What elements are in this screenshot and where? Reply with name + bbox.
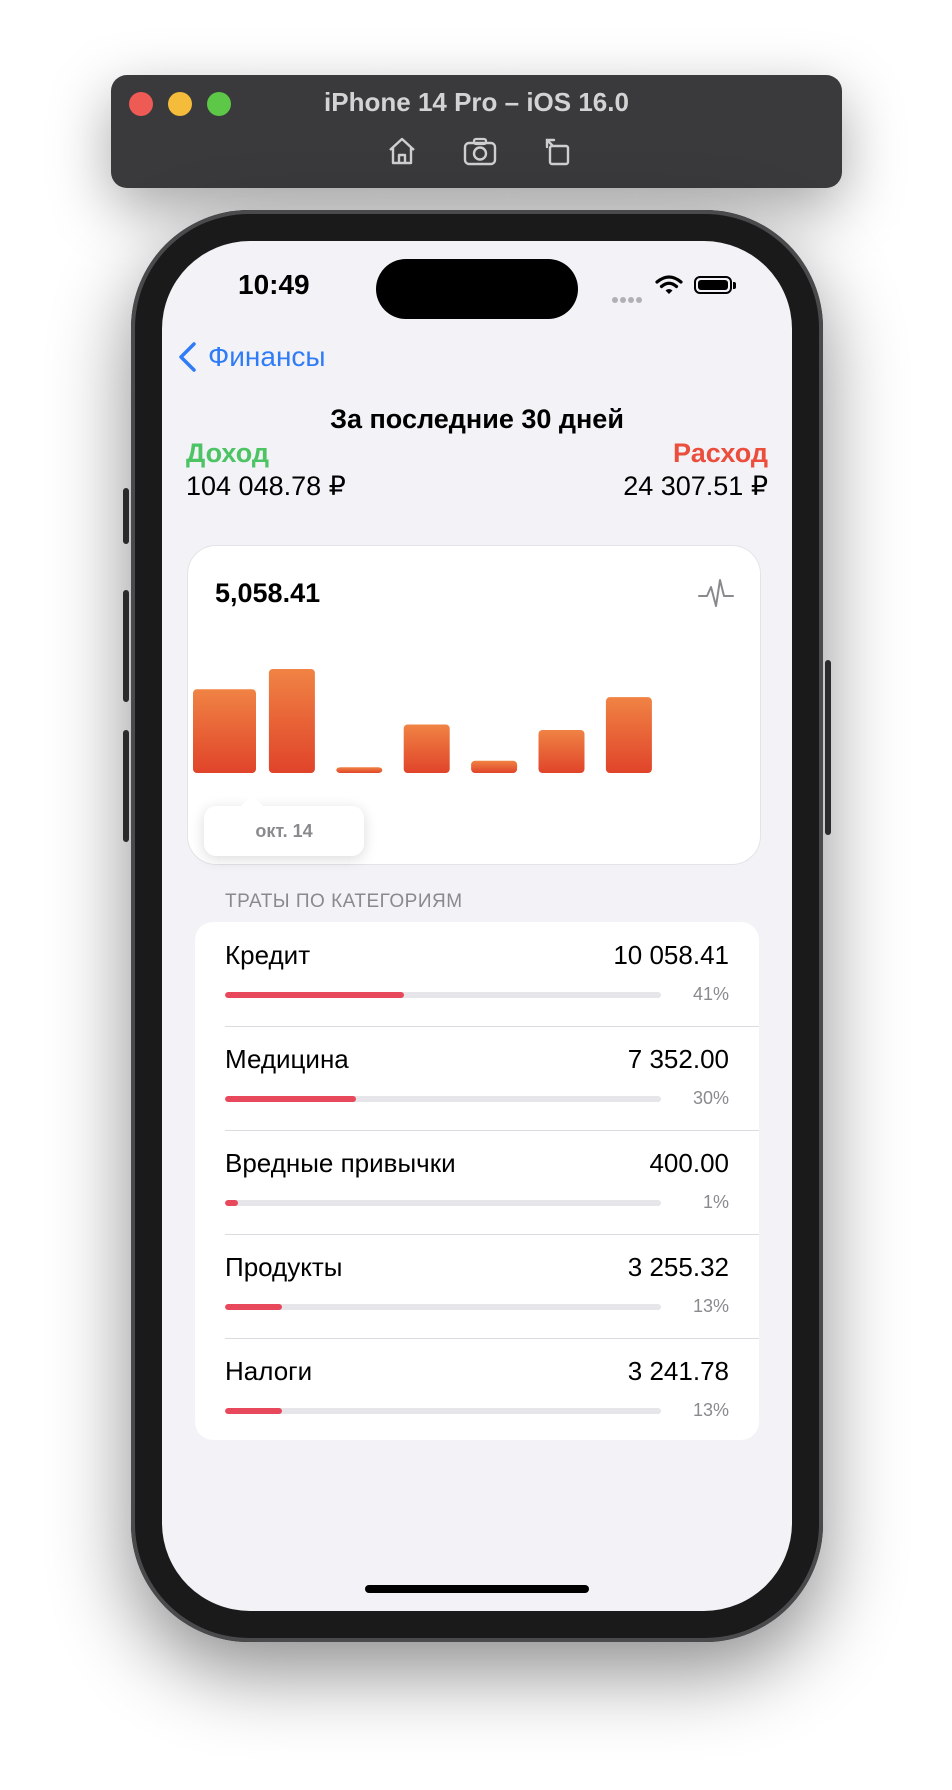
- waveform-icon[interactable]: [698, 576, 734, 612]
- chart-bar[interactable]: [538, 729, 585, 773]
- category-amount: 400.00: [649, 1148, 729, 1178]
- income-label: Доход: [186, 438, 270, 468]
- chart-bar[interactable]: [471, 760, 518, 773]
- category-amount: 7 352.00: [627, 1044, 729, 1074]
- category-name: Налоги: [225, 1356, 313, 1386]
- period-title: За последние 30 дней: [330, 404, 624, 434]
- expense-label: Расход: [673, 438, 768, 468]
- category-percent: 13%: [692, 1296, 729, 1316]
- category-name: Кредит: [225, 940, 311, 970]
- category-progress-track: [225, 1200, 661, 1206]
- category-progress-fill: [225, 992, 404, 998]
- list-item[interactable]: Кредит 10 058.41 41%: [195, 922, 759, 1026]
- dynamic-island: [376, 259, 578, 319]
- home-indicator: [365, 1585, 589, 1593]
- category-percent: 30%: [692, 1088, 729, 1108]
- home-icon[interactable]: [382, 131, 422, 171]
- iphone-frame: 10:49 Финансы За последние 30 дней Доход…: [123, 210, 831, 1642]
- category-progress-track: [225, 1408, 661, 1414]
- phone-screen: 10:49 Финансы За последние 30 дней Доход…: [162, 241, 792, 1611]
- selected-bar-value: 5,058.41: [215, 578, 321, 608]
- chart-bar[interactable]: [605, 697, 652, 773]
- categories-list: Кредит 10 058.41 41% Медицина 7 352.00 3…: [195, 922, 759, 1440]
- category-name: Вредные привычки: [225, 1148, 456, 1178]
- simulator-window-bar: iPhone 14 Pro – iOS 16.0: [111, 75, 842, 188]
- category-name: Продукты: [225, 1252, 343, 1282]
- back-button[interactable]: Финансы: [176, 341, 326, 373]
- category-name: Медицина: [225, 1044, 349, 1074]
- battery-icon: [694, 276, 736, 294]
- category-progress-track: [225, 1096, 661, 1102]
- list-item[interactable]: Налоги 3 241.78 13%: [195, 1338, 759, 1440]
- category-progress-track: [225, 1304, 661, 1310]
- category-percent: 1%: [702, 1192, 729, 1212]
- category-amount: 3 255.32: [627, 1252, 729, 1282]
- category-progress-fill: [225, 1200, 239, 1206]
- volume-down-button: [123, 730, 129, 842]
- income-value: 104 048.78 ₽: [186, 471, 346, 501]
- tooltip-date: окт. 14: [255, 821, 313, 841]
- screenshot-icon[interactable]: [460, 131, 500, 171]
- category-progress-fill: [225, 1408, 282, 1414]
- chart-card: 5,058.41 окт. 14: [188, 546, 760, 864]
- chevron-left-icon: [179, 342, 196, 372]
- categories-header: ТРАТЫ ПО КАТЕГОРИЯМ: [225, 891, 463, 912]
- chart-bar[interactable]: [403, 724, 450, 773]
- category-percent: 13%: [692, 1400, 729, 1420]
- category-amount: 3 241.78: [627, 1356, 729, 1386]
- power-button: [825, 660, 831, 835]
- signal-icon: [612, 290, 644, 308]
- category-progress-fill: [225, 1096, 356, 1102]
- category-progress-track: [225, 992, 661, 998]
- category-percent: 41%: [692, 984, 729, 1004]
- status-time: 10:49: [238, 269, 310, 300]
- rotate-icon[interactable]: [538, 131, 578, 171]
- chart-bar[interactable]: [336, 767, 383, 773]
- bar-tooltip: окт. 14: [204, 795, 364, 856]
- list-item[interactable]: Медицина 7 352.00 30%: [195, 1026, 759, 1130]
- list-item[interactable]: Продукты 3 255.32 13%: [195, 1234, 759, 1338]
- wifi-icon: [655, 275, 683, 294]
- list-item[interactable]: Вредные привычки 400.00 1%: [195, 1130, 759, 1234]
- back-label: Финансы: [208, 341, 326, 372]
- expense-value: 24 307.51 ₽: [623, 471, 768, 501]
- mute-switch: [123, 488, 129, 544]
- category-amount: 10 058.41: [613, 940, 729, 970]
- volume-up-button: [123, 590, 129, 702]
- category-progress-fill: [225, 1304, 282, 1310]
- chart-bar[interactable]: [268, 669, 315, 773]
- simulator-title: iPhone 14 Pro – iOS 16.0: [324, 87, 629, 117]
- chart-bar[interactable]: [193, 689, 256, 773]
